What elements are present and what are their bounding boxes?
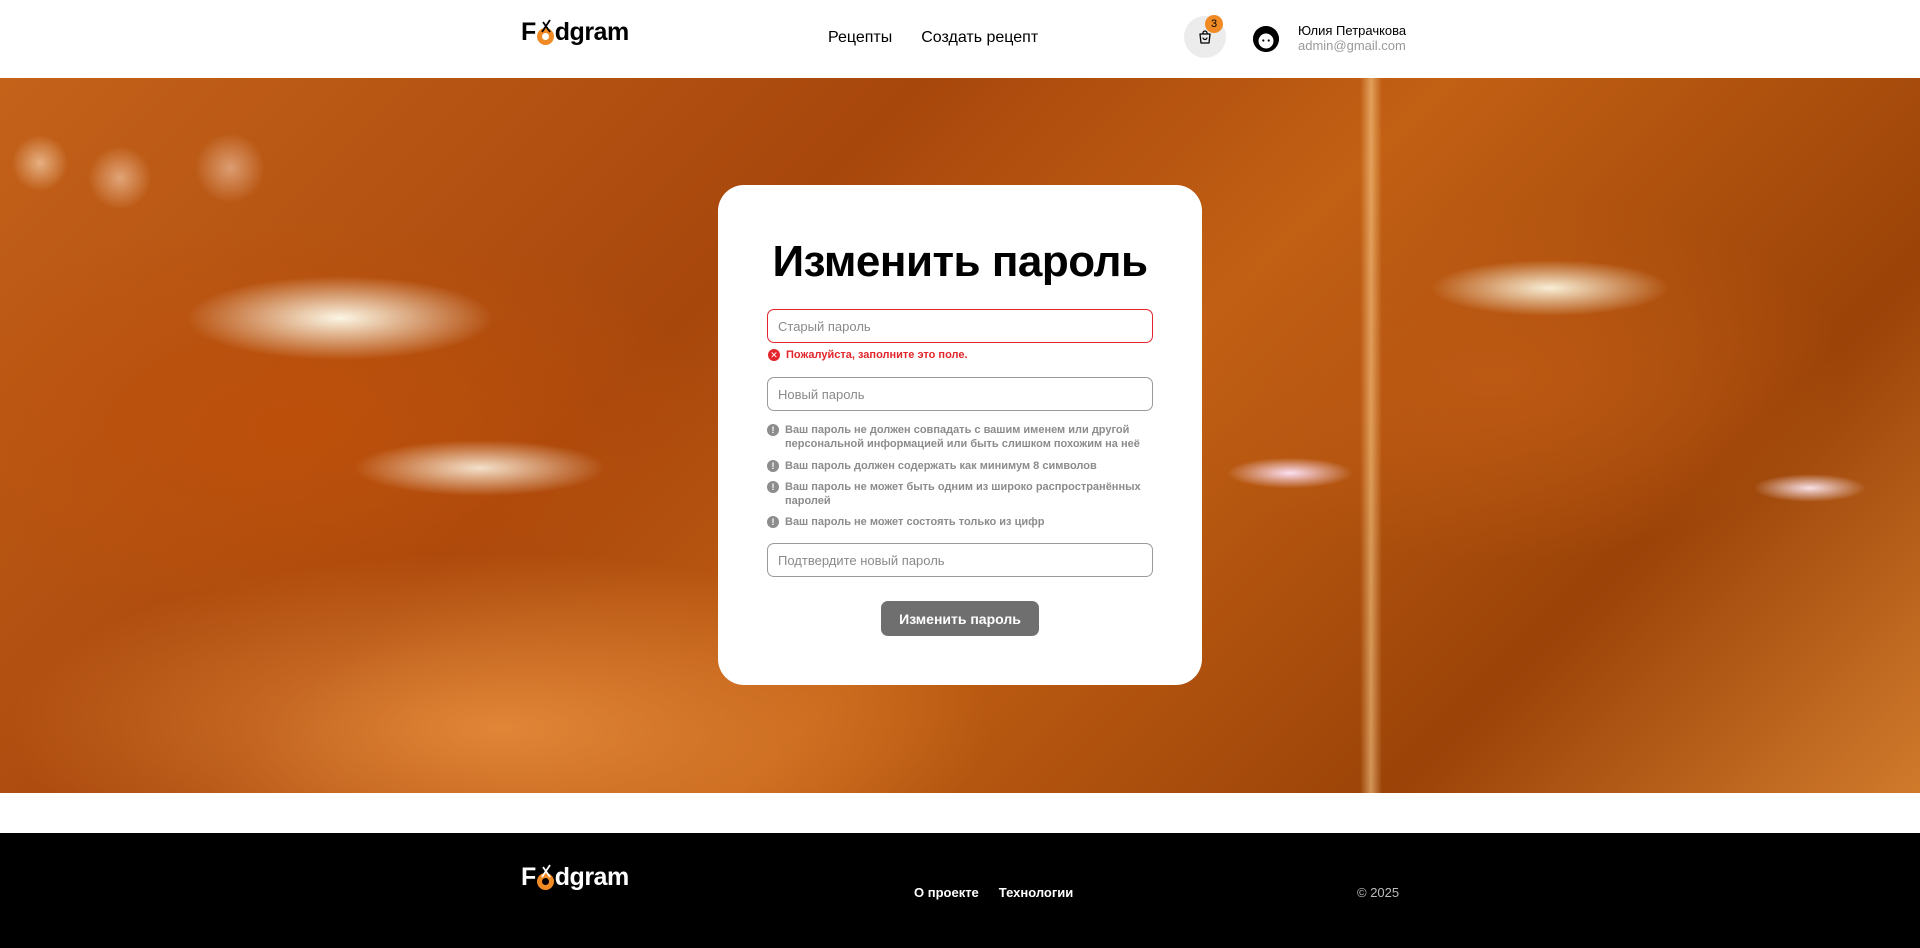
confirm-password-input[interactable] (767, 543, 1153, 577)
nav-recipes-link[interactable]: Рецепты (828, 29, 892, 47)
logo-text-end: dgram (554, 863, 629, 891)
user-email: admin@gmail.com (1298, 38, 1406, 53)
password-hint: ! Ваш пароль не может состоять только из… (767, 515, 1147, 529)
change-password-card: Изменить пароль ✕ Пожалуйста, заполните … (718, 185, 1202, 685)
logo-text-start: F (521, 18, 536, 46)
copyright-text: © 2025 (1357, 885, 1400, 900)
password-hint-text: Ваш пароль не может состоять только из ц… (785, 516, 1045, 528)
old-password-error-text: Пожалуйста, заполните это поле. (786, 349, 968, 361)
foodgram-logo[interactable]: F dgram (521, 20, 629, 45)
error-icon: ✕ (768, 349, 780, 361)
user-name[interactable]: Юлия Петрачкова (1298, 23, 1406, 38)
info-icon: ! (767, 424, 779, 436)
logo-text-start: F (521, 863, 536, 891)
old-password-input[interactable] (767, 309, 1153, 343)
nav-create-recipe-link[interactable]: Создать рецепт (921, 29, 1038, 47)
info-icon: ! (767, 481, 779, 493)
logo-mark-icon (536, 864, 554, 890)
password-hint: ! Ваш пароль не должен совпадать с вашим… (767, 423, 1147, 451)
password-hint-text: Ваш пароль должен содержать как минимум … (785, 460, 1097, 472)
footer-technologies-link[interactable]: Технологии (999, 885, 1073, 900)
site-header: F dgram Рецепты Создать рецепт 3 Юлия Пе… (0, 0, 1920, 78)
avatar-icon[interactable] (1253, 26, 1279, 52)
password-hint: ! Ваш пароль не может быть одним из широ… (767, 480, 1147, 508)
logo-text-end: dgram (554, 18, 629, 46)
old-password-error: ✕ Пожалуйста, заполните это поле. (768, 349, 968, 361)
page-title: Изменить пароль (772, 237, 1148, 286)
cart-count-badge: 3 (1205, 15, 1223, 33)
footer-foodgram-logo[interactable]: F dgram (521, 865, 629, 890)
password-hint-text: Ваш пароль не может быть одним из широко… (785, 481, 1141, 507)
cart-button[interactable]: 3 (1184, 15, 1226, 58)
main-nav: Рецепты Создать рецепт (828, 29, 1038, 47)
footer-about-link[interactable]: О проекте (914, 885, 979, 900)
info-icon: ! (767, 460, 779, 472)
password-hint-text: Ваш пароль не должен совпадать с вашим и… (785, 424, 1140, 450)
decorative-stream (1360, 78, 1382, 793)
change-password-button[interactable]: Изменить пароль (881, 601, 1039, 636)
site-footer: F dgram О проекте Технологии © 2025 (0, 833, 1920, 948)
new-password-input[interactable] (767, 377, 1153, 411)
footer-nav: О проекте Технологии (914, 885, 1073, 900)
password-hint: ! Ваш пароль должен содержать как миниму… (767, 459, 1147, 473)
logo-mark-icon (536, 19, 554, 45)
info-icon: ! (767, 516, 779, 528)
